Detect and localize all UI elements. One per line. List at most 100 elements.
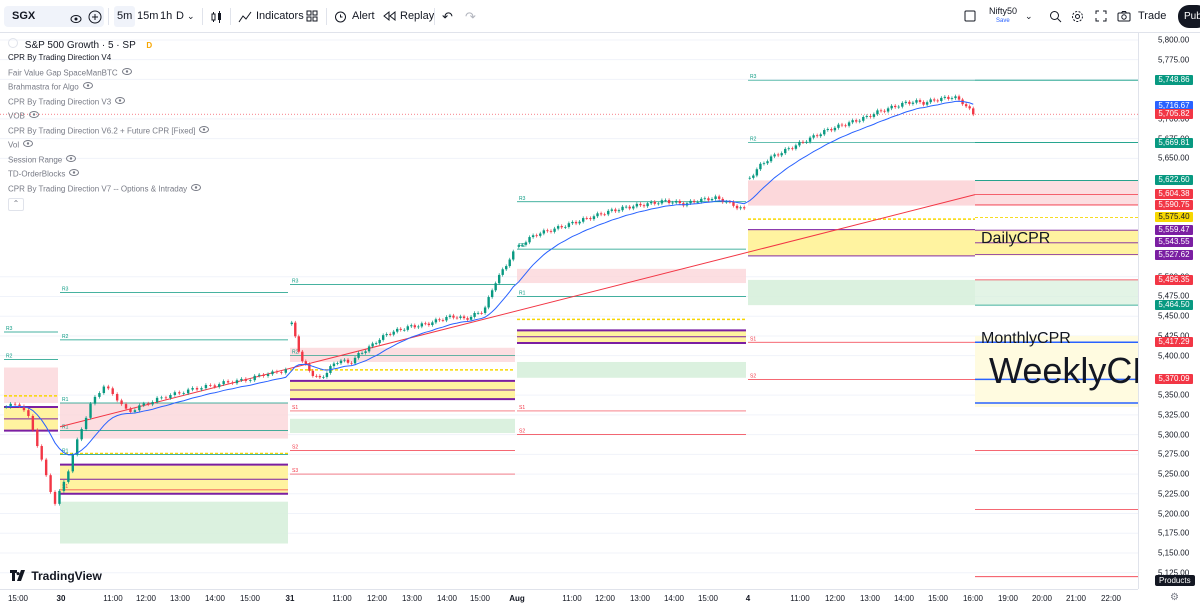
axis-settings-gear-icon[interactable]: ⚙ — [1170, 592, 1179, 603]
legend-indicator[interactable]: Session Range — [8, 153, 209, 168]
redo-icon[interactable]: ↷ — [465, 6, 476, 27]
candle-body — [102, 386, 106, 394]
layout-save-status[interactable]: Save — [996, 16, 1010, 26]
hidden-eye-icon[interactable] — [199, 124, 210, 139]
time-tick-label: 30 — [56, 594, 66, 603]
layout-checkbox-icon[interactable] — [964, 6, 976, 27]
timeframe-5m[interactable]: 5m — [114, 6, 136, 27]
time-tick-label: 13:00 — [629, 594, 651, 603]
future-buy-zone — [975, 279, 1138, 306]
candle-body — [186, 389, 190, 394]
candle-body — [696, 201, 699, 203]
indicators-icon[interactable] — [238, 6, 252, 27]
candle-body — [388, 334, 392, 335]
level-label: S3 — [292, 468, 298, 474]
products-button[interactable]: Products — [1155, 575, 1195, 586]
legend-indicator[interactable]: CPR By Trading Direction V3 — [8, 95, 209, 110]
candle-body — [660, 200, 664, 204]
replay-button[interactable]: Replay — [400, 6, 434, 27]
trade-button[interactable]: Trade — [1138, 6, 1166, 27]
quick-search-icon[interactable] — [1049, 6, 1062, 27]
layout-chevron-down-icon[interactable]: ⌄ — [1025, 6, 1033, 27]
candle-body — [84, 417, 88, 430]
legend-indicator[interactable]: Vol — [8, 138, 209, 153]
legend-indicator[interactable]: TD-OrderBlocks — [8, 167, 209, 182]
undo-icon[interactable]: ↶ — [442, 6, 453, 27]
candle-body — [901, 102, 904, 107]
candle-body — [222, 381, 225, 385]
candle-body — [89, 403, 92, 418]
hidden-eye-icon[interactable] — [66, 153, 77, 168]
candle-body — [271, 371, 274, 375]
timeframe-d[interactable]: D — [176, 6, 184, 27]
time-tick-label: 15:00 — [239, 594, 261, 603]
alarm-clock-icon[interactable] — [334, 6, 347, 27]
hidden-eye-icon[interactable] — [82, 80, 93, 95]
candle-style-icon[interactable] — [210, 6, 224, 27]
legend-indicator[interactable]: VOB — [8, 109, 209, 124]
candle-body — [925, 102, 929, 105]
hidden-eye-icon[interactable] — [191, 182, 202, 197]
candle-body — [322, 376, 325, 378]
candle-body — [664, 200, 667, 201]
timeframe-15m[interactable]: 15m — [137, 6, 158, 27]
templates-grid-icon[interactable] — [306, 6, 318, 27]
legend-indicator[interactable]: Fair Value Gap SpaceManBTC — [8, 66, 209, 81]
candle-body — [249, 380, 252, 381]
fullscreen-icon[interactable] — [1095, 6, 1107, 27]
future-sell-zone — [748, 180, 1138, 206]
candle-body — [262, 374, 265, 376]
camera-icon[interactable] — [1117, 6, 1131, 27]
gear-icon[interactable] — [1071, 6, 1084, 27]
candle-body — [585, 218, 588, 219]
candle-body — [607, 210, 610, 215]
legend-collapse-chevron-up-icon[interactable]: ⌃ — [8, 198, 24, 211]
sell-zone — [517, 268, 746, 284]
candle-body — [592, 216, 596, 220]
price-level-tag: 5,575.40 — [1155, 212, 1193, 223]
hidden-eye-icon[interactable] — [115, 95, 126, 110]
timeframe-1h[interactable]: 1h — [160, 6, 172, 27]
time-tick-label: 11:00 — [332, 594, 352, 603]
indicators-button[interactable]: Indicators — [256, 6, 304, 27]
candle-body — [350, 362, 353, 364]
delayed-badge[interactable]: D — [146, 41, 152, 50]
candle-body — [480, 312, 483, 314]
candle-body — [869, 116, 872, 117]
candle-body — [556, 226, 560, 229]
buy-zone — [60, 501, 288, 544]
candle-body — [787, 148, 790, 150]
candle-body — [336, 363, 339, 364]
hidden-eye-icon[interactable] — [28, 109, 39, 124]
candle-body — [151, 401, 154, 405]
candle-body — [98, 393, 101, 397]
compare-symbol-icon[interactable] — [88, 6, 102, 27]
legend-indicator[interactable]: CPR By Trading Direction V6.2 + Future C… — [8, 124, 210, 139]
candle-body — [218, 384, 221, 387]
candle-body — [280, 372, 283, 374]
candle-body — [883, 110, 886, 112]
eye-icon[interactable] — [70, 11, 82, 29]
candle-body — [36, 430, 39, 447]
candle-body — [784, 148, 787, 154]
legend-indicator[interactable]: Brahmastra for Algo — [8, 80, 209, 95]
indicator-legend: S&P 500 Growth · 5 · SP D CPR By Trading… — [8, 36, 210, 211]
candle-body — [182, 393, 185, 395]
main-series-title[interactable]: S&P 500 Growth · 5 · SP — [25, 40, 136, 51]
price-tick-label: 5,650.00 — [1158, 153, 1190, 163]
hidden-eye-icon[interactable] — [23, 138, 34, 153]
timeframe-chevron-down-icon[interactable]: ⌄ — [187, 6, 195, 27]
candle-body — [367, 346, 371, 352]
legend-indicator[interactable]: CPR By Trading Direction V7 -- Options &… — [8, 182, 209, 197]
candle-body — [851, 120, 854, 123]
candle-body — [957, 96, 961, 100]
hidden-eye-icon[interactable] — [121, 66, 132, 81]
candle-body — [438, 319, 441, 321]
alert-button[interactable]: Alert — [352, 6, 375, 27]
price-level-tag: 5,705.82 — [1155, 109, 1193, 120]
legend-indicator[interactable]: CPR By Trading Direction V4 — [8, 51, 209, 66]
replay-icon[interactable] — [383, 6, 396, 27]
candle-body — [918, 100, 922, 102]
publish-button[interactable]: Pub — [1178, 5, 1200, 28]
hidden-eye-icon[interactable] — [69, 167, 80, 182]
